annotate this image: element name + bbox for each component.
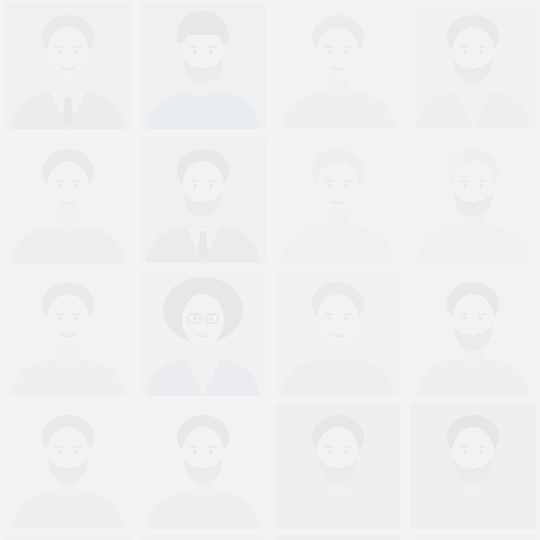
portrait-tile-partial <box>140 535 266 540</box>
portrait-tile-partial <box>410 535 536 540</box>
portrait-tile <box>5 3 131 129</box>
portrait-photo <box>410 3 536 129</box>
portrait-tile <box>410 137 536 263</box>
portrait-tile <box>5 403 131 529</box>
portrait-tile <box>140 403 266 529</box>
portrait-tile-partial <box>275 535 401 540</box>
portrait-photo <box>5 137 131 263</box>
portrait-tile <box>5 270 131 396</box>
portrait-tile <box>275 270 401 396</box>
portrait-tile <box>410 270 536 396</box>
portrait-photo <box>5 403 131 529</box>
portrait-photo <box>5 3 131 129</box>
portrait-tile <box>410 3 536 129</box>
portrait-tile <box>275 403 401 529</box>
portrait-photo <box>275 3 401 129</box>
portrait-photo <box>410 270 536 396</box>
portrait-photo <box>410 403 536 529</box>
portrait-tile <box>410 403 536 529</box>
portrait-tile <box>275 3 401 129</box>
portrait-photo <box>275 137 401 263</box>
portrait-photo <box>275 403 401 529</box>
portrait-tile-partial <box>5 535 131 540</box>
portrait-photo <box>140 137 266 263</box>
portrait-tile <box>140 3 266 129</box>
portrait-photo <box>5 270 131 396</box>
portrait-tile <box>5 137 131 263</box>
portrait-photo <box>410 137 536 263</box>
portrait-tile <box>140 270 266 396</box>
portrait-photo <box>140 403 266 529</box>
portrait-tile <box>275 137 401 263</box>
portrait-photo <box>275 270 401 396</box>
portrait-photo <box>140 270 266 396</box>
portrait-photo <box>140 3 266 129</box>
portrait-grid <box>0 0 540 540</box>
portrait-tile <box>140 137 266 263</box>
